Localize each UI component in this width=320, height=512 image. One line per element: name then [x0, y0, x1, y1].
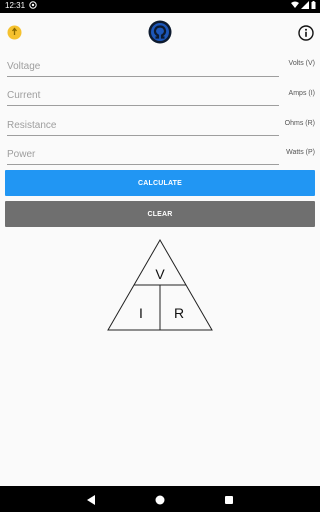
wifi-icon: [291, 1, 299, 9]
sync-icon: [29, 1, 37, 9]
recents-icon[interactable]: [223, 493, 235, 505]
power-field[interactable]: [7, 144, 279, 165]
status-bar: 12:31: [0, 0, 320, 13]
ohm-logo-icon: [148, 20, 172, 44]
info-icon[interactable]: [298, 25, 314, 41]
triangle-label-v: V: [155, 266, 165, 282]
resistance-unit-label: Ohms (R): [284, 120, 315, 127]
triangle-label-i: I: [139, 305, 143, 321]
voltage-field[interactable]: [7, 56, 279, 77]
rate-app-icon[interactable]: [7, 25, 22, 40]
voltage-input[interactable]: [7, 61, 279, 72]
home-icon[interactable]: [154, 493, 166, 505]
resistance-field[interactable]: [7, 115, 279, 136]
current-input[interactable]: [7, 90, 279, 101]
resistance-input[interactable]: [7, 120, 279, 131]
power-input[interactable]: [7, 149, 279, 160]
current-field[interactable]: [7, 85, 279, 106]
current-unit-label: Amps (I): [288, 90, 315, 97]
back-icon[interactable]: [85, 493, 97, 505]
navigation-bar: [0, 486, 320, 512]
calculate-button[interactable]: CALCULATE: [5, 170, 315, 196]
status-time: 12:31: [5, 1, 26, 10]
app-bar: [0, 13, 320, 53]
triangle-label-r: R: [174, 305, 184, 321]
voltage-unit-label: Volts (V): [288, 60, 315, 67]
power-unit-label: Watts (P): [286, 149, 315, 156]
ohms-law-triangle: V I R: [107, 239, 213, 331]
signal-icon: [301, 1, 309, 9]
clear-button[interactable]: CLEAR: [5, 201, 315, 227]
battery-icon: [311, 1, 316, 9]
